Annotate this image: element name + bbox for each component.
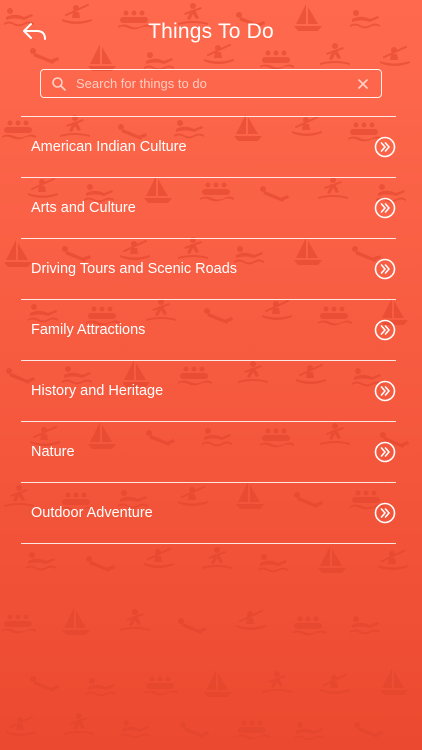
list-item-label: History and Heritage (31, 383, 164, 399)
double-chevron-right-icon (374, 136, 396, 158)
double-chevron-right-icon (374, 380, 396, 402)
search-icon (51, 76, 67, 92)
double-chevron-right-icon (374, 197, 396, 219)
double-chevron-right-icon (374, 319, 396, 341)
list-item-outdoor-adventure[interactable]: Outdoor Adventure (21, 483, 396, 544)
list-item-label: Driving Tours and Scenic Roads (31, 261, 238, 277)
double-chevron-right-icon (374, 502, 396, 524)
list-item-label: Arts and Culture (31, 200, 136, 216)
list-item-label: American Indian Culture (31, 139, 187, 155)
page-title: Things To Do (148, 20, 274, 43)
list-item-arts-and-culture[interactable]: Arts and Culture (21, 178, 396, 239)
search-input[interactable] (67, 70, 353, 97)
clear-icon[interactable] (353, 74, 373, 94)
header-bar: Things To Do (0, 0, 422, 68)
category-list: American Indian Culture Arts and Culture… (21, 116, 396, 544)
list-item-label: Nature (31, 444, 75, 460)
list-item-history-and-heritage[interactable]: History and Heritage (21, 361, 396, 422)
list-item-label: Family Attractions (31, 322, 146, 338)
double-chevron-right-icon (374, 258, 396, 280)
list-item-american-indian-culture[interactable]: American Indian Culture (21, 117, 396, 178)
list-item-label: Outdoor Adventure (31, 505, 153, 521)
list-item-nature[interactable]: Nature (21, 422, 396, 483)
list-item-family-attractions[interactable]: Family Attractions (21, 300, 396, 361)
list-item-driving-tours[interactable]: Driving Tours and Scenic Roads (21, 239, 396, 300)
double-chevron-right-icon (374, 441, 396, 463)
search-bar[interactable] (40, 69, 382, 98)
